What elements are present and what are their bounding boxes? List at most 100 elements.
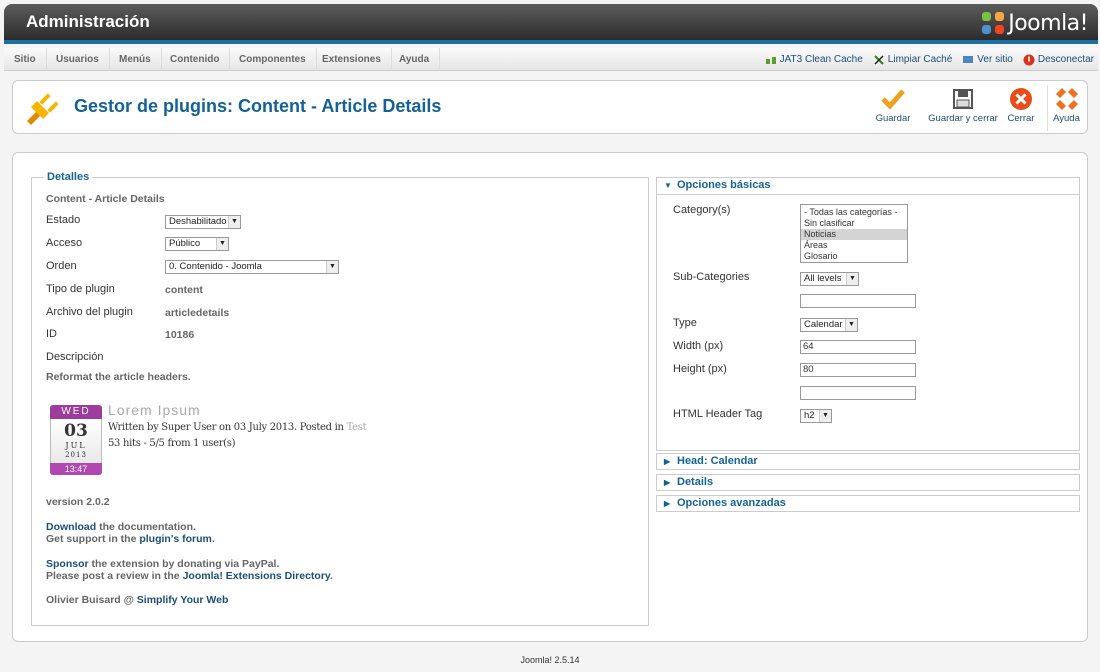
article-hits: 53 hits - 5/5 from 1 user(s): [108, 438, 236, 449]
page-title: Gestor de plugins: Content - Article Det…: [74, 96, 442, 116]
cache-icon: [765, 56, 776, 64]
details-legend: Detalles: [44, 171, 93, 183]
type-label: Type: [673, 317, 697, 329]
chevron-down-icon: ▼: [228, 216, 240, 228]
footer-version: Joomla! 2.5.14: [520, 655, 580, 665]
chevron-down-icon: ▼: [845, 319, 857, 331]
calendar-month: JUL: [65, 441, 87, 450]
subcategories-extra-input[interactable]: [800, 294, 916, 308]
menu-componentes[interactable]: Componentes: [229, 48, 317, 71]
category-option[interactable]: - Todas las categorías -: [801, 207, 907, 218]
view-site-label: Ver sitio: [977, 54, 1013, 65]
logout-link[interactable]: Desconectar: [1023, 54, 1094, 66]
category-label: Category(s): [673, 204, 731, 216]
menu-usuarios[interactable]: Usuarios: [46, 48, 110, 71]
admin-title: Administración: [26, 12, 150, 31]
id-value: 10186: [165, 329, 195, 341]
jed-link[interactable]: Joomla! Extensions Directory: [183, 570, 330, 582]
details-accordion[interactable]: ▶ Details: [656, 474, 1080, 491]
triangle-down-icon: ▼: [664, 181, 672, 190]
triangle-right-icon: ▶: [664, 457, 671, 466]
close-button[interactable]: Cerrar: [1001, 85, 1041, 131]
doc-block: Download the documentation. Get support …: [46, 521, 215, 545]
category-option-selected[interactable]: Noticias: [801, 229, 907, 240]
triangle-right-icon: ▶: [664, 478, 671, 487]
save-close-label: Guardar y cerrar: [928, 113, 998, 124]
description-text: Reformat the article headers.: [46, 371, 191, 383]
menu-menus[interactable]: Menús: [109, 48, 162, 71]
logout-label: Desconectar: [1037, 54, 1094, 65]
access-label: Acceso: [46, 237, 83, 249]
author-line: Olivier Buisard @ Simplify Your Web: [46, 594, 228, 606]
state-select[interactable]: Deshabilitado ▼: [165, 215, 241, 229]
view-site-link[interactable]: Ver sitio: [962, 54, 1013, 65]
type-select[interactable]: Calendar ▼: [800, 318, 858, 332]
author-text: Olivier Buisard @: [46, 594, 137, 606]
width-input[interactable]: 64: [800, 340, 916, 354]
menu-ayuda[interactable]: Ayuda: [389, 48, 441, 71]
header-bar: Administración Joomla!: [4, 4, 1098, 44]
monitor-icon: [963, 55, 974, 63]
plugin-file-label: Archivo del plugin: [46, 306, 133, 318]
quick-links: JAT3 Clean Cache Limpiar Caché Ver sitio…: [765, 48, 1098, 71]
basic-options-title: Opciones básicas: [677, 179, 771, 191]
category-link[interactable]: Test: [347, 422, 367, 433]
download-link[interactable]: Download: [46, 521, 96, 533]
plugin-file-value: articledetails: [165, 307, 230, 319]
forum-link[interactable]: plugin's forum: [139, 533, 212, 545]
clear-cache-label: Limpiar Caché: [887, 54, 953, 65]
access-value: Público: [169, 238, 201, 249]
basic-options-panel: ▼ Opciones básicas Category(s) - Todas la…: [656, 177, 1080, 451]
type-value: Calendar: [804, 319, 843, 330]
checkmark-icon: [881, 89, 905, 110]
width-label: Width (px): [673, 340, 724, 352]
category-listbox[interactable]: - Todas las categorías - Sin clasificar …: [800, 204, 908, 263]
calendar-time: 13:47: [50, 463, 102, 475]
toolbar: Gestor de plugins: Content - Article Det…: [12, 80, 1088, 134]
details-fieldset: Detalles Content - Article Details Estad…: [31, 171, 649, 626]
jat3-clean-cache-label: JAT3 Clean Cache: [779, 54, 863, 65]
help-button[interactable]: Ayuda: [1047, 85, 1085, 131]
category-option[interactable]: Áreas: [801, 240, 907, 251]
calendar-date: 03: [64, 421, 88, 441]
save-button[interactable]: Guardar: [871, 85, 915, 131]
plugin-icon: [27, 93, 59, 125]
article-meta: Written by Super User on 03 July 2013. P…: [108, 422, 367, 433]
joomla-logo-icon: [982, 12, 1005, 34]
menu-extensiones[interactable]: Extensiones: [312, 48, 392, 71]
save-label: Guardar: [875, 113, 911, 124]
order-select[interactable]: 0. Contenido - Joomla ▼: [165, 260, 339, 274]
review-text: Please post a review in the: [46, 570, 183, 582]
subcategories-select[interactable]: All levels ▼: [800, 272, 859, 286]
broom-icon: [874, 54, 884, 65]
category-option[interactable]: Sin clasificar: [801, 218, 907, 229]
jat3-clean-cache-link[interactable]: JAT3 Clean Cache: [765, 54, 863, 65]
save-close-button[interactable]: Guardar y cerrar: [921, 85, 1005, 131]
calendar-day: WED: [50, 405, 102, 419]
sponsor-link[interactable]: Sponsor: [46, 558, 89, 570]
category-option[interactable]: Glosario: [801, 251, 907, 262]
menu-contenido[interactable]: Contenido: [160, 48, 231, 71]
height-input[interactable]: 80: [800, 363, 916, 377]
chevron-down-icon: ▼: [216, 238, 228, 250]
article-title: Lorem Ipsum: [108, 402, 201, 418]
advanced-options-accordion[interactable]: ▶ Opciones avanzadas: [656, 495, 1080, 512]
main-panel: Detalles Content - Article Details Estad…: [12, 152, 1088, 642]
head-calendar-accordion[interactable]: ▶ Head: Calendar: [656, 453, 1080, 470]
html-header-tag-select[interactable]: h2 ▼: [800, 409, 832, 423]
close-label: Cerrar: [1007, 113, 1035, 124]
clear-cache-link[interactable]: Limpiar Caché: [873, 54, 952, 65]
html-header-tag-value: h2: [804, 410, 815, 421]
version-text: version 2.0.2: [46, 496, 110, 508]
main-menu: Sitio Usuarios Menús Contenido Component…: [4, 48, 1098, 71]
plugin-name: Content - Article Details: [46, 193, 165, 205]
joomla-logo[interactable]: Joomla!: [982, 9, 1088, 37]
author-link[interactable]: Simplify Your Web: [137, 594, 229, 606]
height-extra-input[interactable]: [800, 386, 916, 400]
access-select[interactable]: Público ▼: [165, 237, 229, 251]
order-value: 0. Contenido - Joomla: [169, 261, 262, 272]
basic-options-header[interactable]: ▼ Opciones básicas: [657, 178, 1079, 195]
plugin-type-label: Tipo de plugin: [46, 283, 115, 295]
sponsor-text: the extension by donating via PayPal.: [88, 558, 280, 570]
menu-sitio[interactable]: Sitio: [4, 48, 47, 71]
